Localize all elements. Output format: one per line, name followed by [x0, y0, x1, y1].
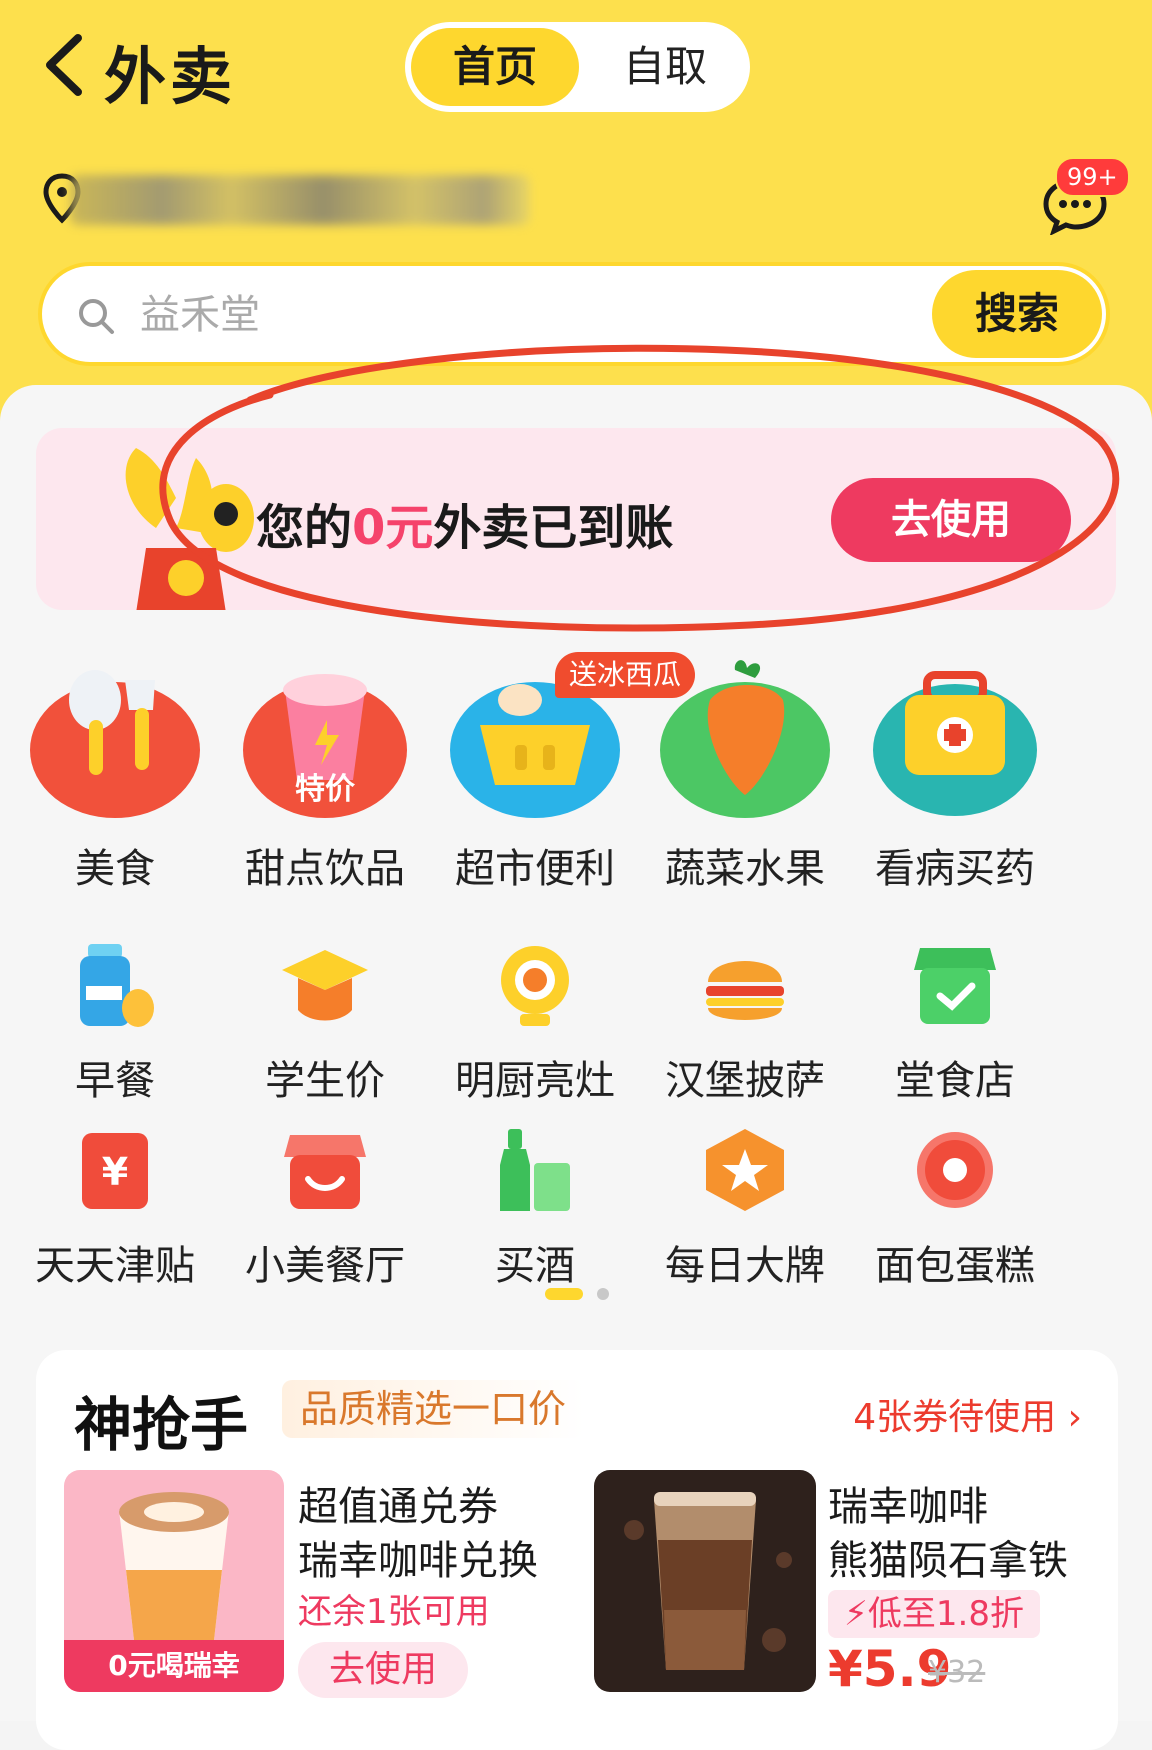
category-burger-pizza[interactable]: 汉堡披萨	[645, 940, 845, 1106]
product1-use-button[interactable]: 去使用	[298, 1642, 468, 1698]
category-label: 明厨亮灶	[455, 1058, 615, 1104]
category-label: 学生价	[265, 1058, 385, 1104]
category-label: 堂食店	[895, 1058, 1015, 1104]
category-vegetables[interactable]: 蔬菜水果	[645, 650, 845, 894]
lightning-icon: ⚡	[844, 1594, 868, 1634]
utensils-icon	[30, 670, 200, 818]
address-blurred[interactable]	[70, 175, 530, 225]
category-label: 小美餐厅	[245, 1243, 405, 1289]
category-label: 天天津贴	[35, 1243, 195, 1289]
category-label: 买酒	[495, 1243, 575, 1289]
milk-bottle-icon	[80, 944, 154, 1027]
category-label: 超市便利	[455, 846, 615, 892]
bottle-icon	[500, 1129, 570, 1211]
category-desserts[interactable]: 特价 甜点饮品	[225, 650, 425, 894]
flash-sale-subtitle: 品质精选一口价	[282, 1380, 585, 1438]
page-dot-active	[545, 1288, 583, 1300]
category-label: 面包蛋糕	[875, 1243, 1035, 1289]
product-image-luckin-voucher[interactable]: 0元喝瑞幸	[64, 1470, 284, 1692]
chevron-left-icon[interactable]	[40, 30, 90, 100]
carrot-icon	[660, 660, 830, 818]
coupon-link[interactable]: 4张券待使用 ›	[853, 1388, 1082, 1440]
page-dot[interactable]	[597, 1288, 609, 1300]
coffee-cup-icon	[119, 1492, 229, 1640]
category-label: 每日大牌	[665, 1243, 825, 1289]
promo-text-after: 外卖已到账	[433, 500, 674, 556]
promo-text-before: 您的	[256, 500, 353, 556]
category-tag: 特价	[295, 772, 355, 807]
page-title: 外卖	[104, 40, 237, 113]
search-bar: 搜索	[38, 262, 1110, 366]
product2-desc: 熊猫陨石拿铁	[828, 1538, 1068, 1584]
category-bakery[interactable]: 面包蛋糕	[855, 1125, 1055, 1291]
product2-original-price: ¥32	[928, 1655, 986, 1690]
category-label: 汉堡披萨	[665, 1058, 825, 1104]
category-label: 早餐	[75, 1058, 155, 1104]
category-daily-allowance[interactable]: ¥ 天天津贴	[15, 1125, 215, 1291]
star-hexagon-icon	[706, 1129, 784, 1211]
search-input[interactable]	[138, 284, 842, 346]
category-liquor[interactable]: 买酒	[435, 1125, 635, 1291]
category-student-price[interactable]: 学生价	[225, 940, 425, 1106]
category-open-kitchen[interactable]: 明厨亮灶	[435, 940, 635, 1106]
category-daily-brands[interactable]: 每日大牌	[645, 1125, 845, 1291]
store-check-icon	[914, 948, 996, 1024]
product1-desc: 瑞幸咖啡兑换	[298, 1538, 538, 1584]
category-medicine[interactable]: 看病买药	[855, 650, 1055, 894]
category-label: 蔬菜水果	[665, 846, 825, 892]
flash-sale-card: 神抢手 品质精选一口价 4张券待使用 › 0元喝瑞幸 超值通兑券 瑞幸咖啡兑换 …	[36, 1350, 1118, 1750]
camera-icon	[501, 946, 569, 1026]
product1-remain: 还余1张可用	[298, 1592, 490, 1632]
message-count-badge: 99+	[1055, 157, 1130, 197]
tab-pickup[interactable]: 自取	[585, 28, 745, 106]
category-label: 美食	[75, 846, 155, 892]
promo-banner[interactable]: 您的0元外卖已到账 去使用	[36, 428, 1116, 610]
product-image-label: 0元喝瑞幸	[64, 1640, 284, 1692]
product1-name: 超值通兑券	[298, 1484, 498, 1530]
category-label: 看病买药	[875, 846, 1035, 892]
promo-text-highlight: 0元	[352, 500, 434, 556]
category-xiaomei-restaurant[interactable]: 小美餐厅	[225, 1125, 425, 1291]
flash-sale-title: 神抢手	[74, 1391, 249, 1459]
category-dine-in[interactable]: 堂食店	[855, 940, 1055, 1106]
product-image-latte[interactable]	[594, 1470, 816, 1692]
search-button[interactable]: 搜索	[932, 270, 1102, 358]
page-indicator	[545, 1288, 645, 1302]
search-icon	[79, 299, 114, 334]
category-label: 甜点饮品	[245, 846, 405, 892]
promo-use-button[interactable]: 去使用	[831, 478, 1071, 562]
graduation-cap-icon	[282, 950, 368, 1021]
tab-home[interactable]: 首页	[411, 28, 579, 106]
mascot-icon	[125, 448, 254, 610]
burger-icon	[706, 961, 784, 1020]
yen-envelope-icon: ¥	[82, 1133, 148, 1209]
product2-discount-text: 低至1.8折	[867, 1594, 1024, 1634]
donut-icon	[917, 1132, 993, 1208]
smile-store-icon	[284, 1135, 366, 1209]
product2-discount: ⚡低至1.8折	[828, 1590, 1040, 1638]
product2-name: 瑞幸咖啡	[828, 1484, 988, 1530]
medical-kit-icon	[873, 671, 1037, 816]
tab-switcher: 首页 自取	[405, 22, 750, 112]
category-breakfast[interactable]: 早餐	[15, 940, 215, 1106]
promo-text: 您的0元外卖已到账	[256, 488, 673, 558]
svg-text:¥: ¥	[102, 1150, 128, 1194]
iced-latte-icon	[624, 1492, 792, 1670]
category-food[interactable]: 美食	[15, 650, 215, 894]
